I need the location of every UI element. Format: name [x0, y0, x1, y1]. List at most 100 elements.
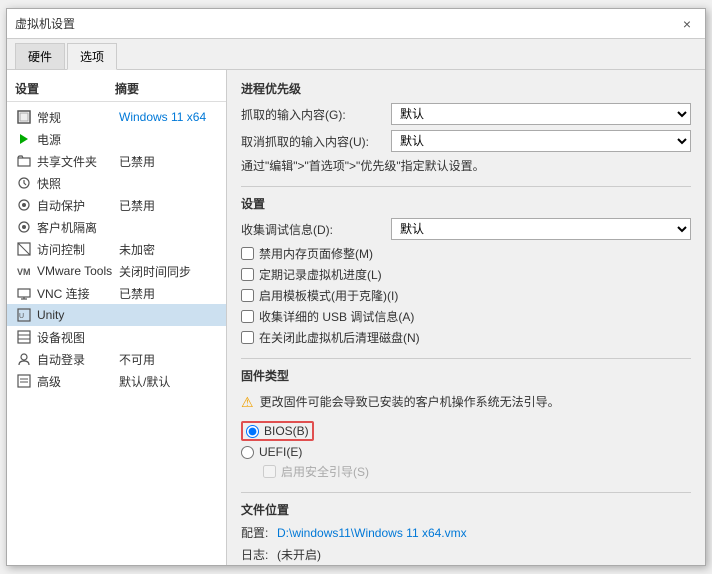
close-button[interactable]: × — [677, 14, 697, 34]
sidebar-item-label-advanced: 高级 — [37, 373, 119, 390]
config-path: D:\windows11\Windows 11 x64.vmx — [277, 526, 691, 540]
file-title: 文件位置 — [241, 501, 691, 518]
settings-section: 设置 收集调试信息(D): 默认 禁用内存页面修整(M) 定期记录虚拟机进度(L)… — [241, 195, 691, 346]
log-value: (未开启) — [277, 546, 691, 563]
left-panel: 设置 摘要 常规Windows 11 x64电源共享文件夹已禁用快照自动保护已禁… — [7, 70, 227, 565]
uefi-radio[interactable] — [241, 446, 254, 459]
template_mode-checkbox[interactable] — [241, 289, 254, 302]
checkbox-row-collect_usb: 收集详细的 USB 调试信息(A) — [241, 308, 691, 325]
checkbox-row-clean_disk: 在关闭此虚拟机后清理磁盘(N) — [241, 329, 691, 346]
left-items-list: 常规Windows 11 x64电源共享文件夹已禁用快照自动保护已禁用客户机隔离… — [7, 106, 226, 392]
sidebar-item-desc-autosave: 已禁用 — [119, 197, 155, 214]
access_control-icon — [15, 240, 33, 258]
vmware_tools-icon: VM — [15, 262, 33, 280]
sidebar-item-label-unity: Unity — [37, 308, 119, 322]
debug-select[interactable]: 默认 — [391, 218, 691, 240]
ungrab-input-label: 取消抓取的输入内容(U): — [241, 133, 391, 150]
clean_disk-label: 在关闭此虚拟机后清理磁盘(N) — [259, 329, 420, 346]
right-panel: 进程优先级 抓取的输入内容(G): 默认 取消抓取的输入内容(U): 默认 — [227, 70, 705, 565]
sidebar-item-desc-access_control: 未加密 — [119, 241, 155, 258]
sidebar-item-desc-advanced: 默认/默认 — [119, 373, 170, 390]
divider1 — [241, 186, 691, 187]
ungrab-input-row: 取消抓取的输入内容(U): 默认 — [241, 130, 691, 152]
divider2 — [241, 358, 691, 359]
collect_usb-checkbox[interactable] — [241, 310, 254, 323]
general-icon — [15, 108, 33, 126]
dialog: 虚拟机设置 × 硬件 选项 设置 摘要 常规Windows 11 x64电源共享… — [6, 8, 706, 566]
periodic_snapshot-label: 定期记录虚拟机进度(L) — [259, 266, 382, 283]
sidebar-item-desc-general: Windows 11 x64 — [119, 110, 206, 124]
grab-input-row: 抓取的输入内容(G): 默认 — [241, 103, 691, 125]
uefi-row: UEFI(E) — [241, 445, 691, 459]
sidebar-item-desc-vmware_tools: 关闭时间同步 — [119, 263, 191, 280]
sidebar-item-access_control[interactable]: 访问控制未加密 — [7, 238, 226, 260]
sidebar-item-general[interactable]: 常规Windows 11 x64 — [7, 106, 226, 128]
sidebar-item-guest_isolation[interactable]: 客户机隔离 — [7, 216, 226, 238]
sidebar-item-label-device_view: 设备视图 — [37, 329, 119, 346]
tab-hardware[interactable]: 硬件 — [15, 43, 65, 69]
bios-radio[interactable] — [246, 425, 259, 438]
config-row: 配置: D:\windows11\Windows 11 x64.vmx — [241, 524, 691, 541]
sidebar-item-vnc[interactable]: VNC 连接已禁用 — [7, 282, 226, 304]
sidebar-item-power[interactable]: 电源 — [7, 128, 226, 150]
sidebar-item-label-access_control: 访问控制 — [37, 241, 119, 258]
bios-label: BIOS(B) — [264, 424, 309, 438]
secure-boot-row: 启用安全引导(S) — [263, 463, 691, 480]
sidebar-item-advanced[interactable]: 高级默认/默认 — [7, 370, 226, 392]
sidebar-item-label-guest_isolation: 客户机隔离 — [37, 219, 119, 236]
ungrab-input-wrapper: 默认 — [391, 130, 691, 152]
sidebar-item-label-general: 常规 — [37, 109, 119, 126]
col-settings: 设置 — [15, 80, 115, 97]
sidebar-item-snapshot[interactable]: 快照 — [7, 172, 226, 194]
firmware-section: 固件类型 ⚠ 更改固件可能会导致已安装的客户机操作系统无法引导。 BIOS(B)… — [241, 367, 691, 480]
tab-options[interactable]: 选项 — [67, 43, 117, 70]
log-row: 日志: (未开启) — [241, 546, 691, 563]
config-label: 配置: — [241, 524, 277, 541]
grab-input-label: 抓取的输入内容(G): — [241, 106, 391, 123]
sidebar-item-label-power: 电源 — [37, 131, 119, 148]
vnc-icon — [15, 284, 33, 302]
grab-input-select[interactable]: 默认 — [391, 103, 691, 125]
sidebar-item-label-vnc: VNC 连接 — [37, 285, 119, 302]
col-summary: 摘要 — [115, 80, 139, 97]
title-bar: 虚拟机设置 × — [7, 9, 705, 39]
auto_login-icon — [15, 350, 33, 368]
svg-text:VM: VM — [17, 267, 31, 277]
warning-icon: ⚠ — [241, 394, 254, 411]
advanced-icon — [15, 372, 33, 390]
guest_isolation-icon — [15, 218, 33, 236]
firmware-warning: ⚠ 更改固件可能会导致已安装的客户机操作系统无法引导。 — [241, 390, 691, 415]
ungrab-input-select[interactable]: 默认 — [391, 130, 691, 152]
sidebar-item-desc-auto_login: 不可用 — [119, 351, 155, 368]
debug-label: 收集调试信息(D): — [241, 221, 391, 238]
uefi-label: UEFI(E) — [259, 445, 302, 459]
sidebar-item-autosave[interactable]: 自动保护已禁用 — [7, 194, 226, 216]
divider3 — [241, 492, 691, 493]
secure-boot-label: 启用安全引导(S) — [281, 463, 369, 480]
sidebar-item-unity[interactable]: U Unity — [7, 304, 226, 326]
sidebar-item-desc-vnc: 已禁用 — [119, 285, 155, 302]
priority-hint: 通过"编辑">"首选项">"优先级"指定默认设置。 — [241, 157, 691, 174]
disable_mem-checkbox[interactable] — [241, 247, 254, 260]
checkboxes-container: 禁用内存页面修整(M)定期记录虚拟机进度(L)启用模板模式(用于克隆)(I)收集… — [241, 245, 691, 346]
secure-boot-checkbox[interactable] — [263, 465, 276, 478]
power-icon — [15, 130, 33, 148]
sidebar-item-shared_folder[interactable]: 共享文件夹已禁用 — [7, 150, 226, 172]
log-label: 日志: — [241, 546, 277, 563]
clean_disk-checkbox[interactable] — [241, 331, 254, 344]
priority-title: 进程优先级 — [241, 80, 691, 97]
svg-text:U: U — [19, 313, 24, 320]
sidebar-item-label-shared_folder: 共享文件夹 — [37, 153, 119, 170]
main-content: 设置 摘要 常规Windows 11 x64电源共享文件夹已禁用快照自动保护已禁… — [7, 70, 705, 565]
priority-section: 进程优先级 抓取的输入内容(G): 默认 取消抓取的输入内容(U): 默认 — [241, 80, 691, 174]
autosave-icon — [15, 196, 33, 214]
periodic_snapshot-checkbox[interactable] — [241, 268, 254, 281]
settings-title: 设置 — [241, 195, 691, 212]
sidebar-item-device_view[interactable]: 设备视图 — [7, 326, 226, 348]
firmware-title: 固件类型 — [241, 367, 691, 384]
dialog-title: 虚拟机设置 — [15, 15, 75, 32]
file-section: 文件位置 配置: D:\windows11\Windows 11 x64.vmx… — [241, 501, 691, 563]
sidebar-item-vmware_tools[interactable]: VMVMware Tools关闭时间同步 — [7, 260, 226, 282]
sidebar-item-auto_login[interactable]: 自动登录不可用 — [7, 348, 226, 370]
disable_mem-label: 禁用内存页面修整(M) — [259, 245, 373, 262]
